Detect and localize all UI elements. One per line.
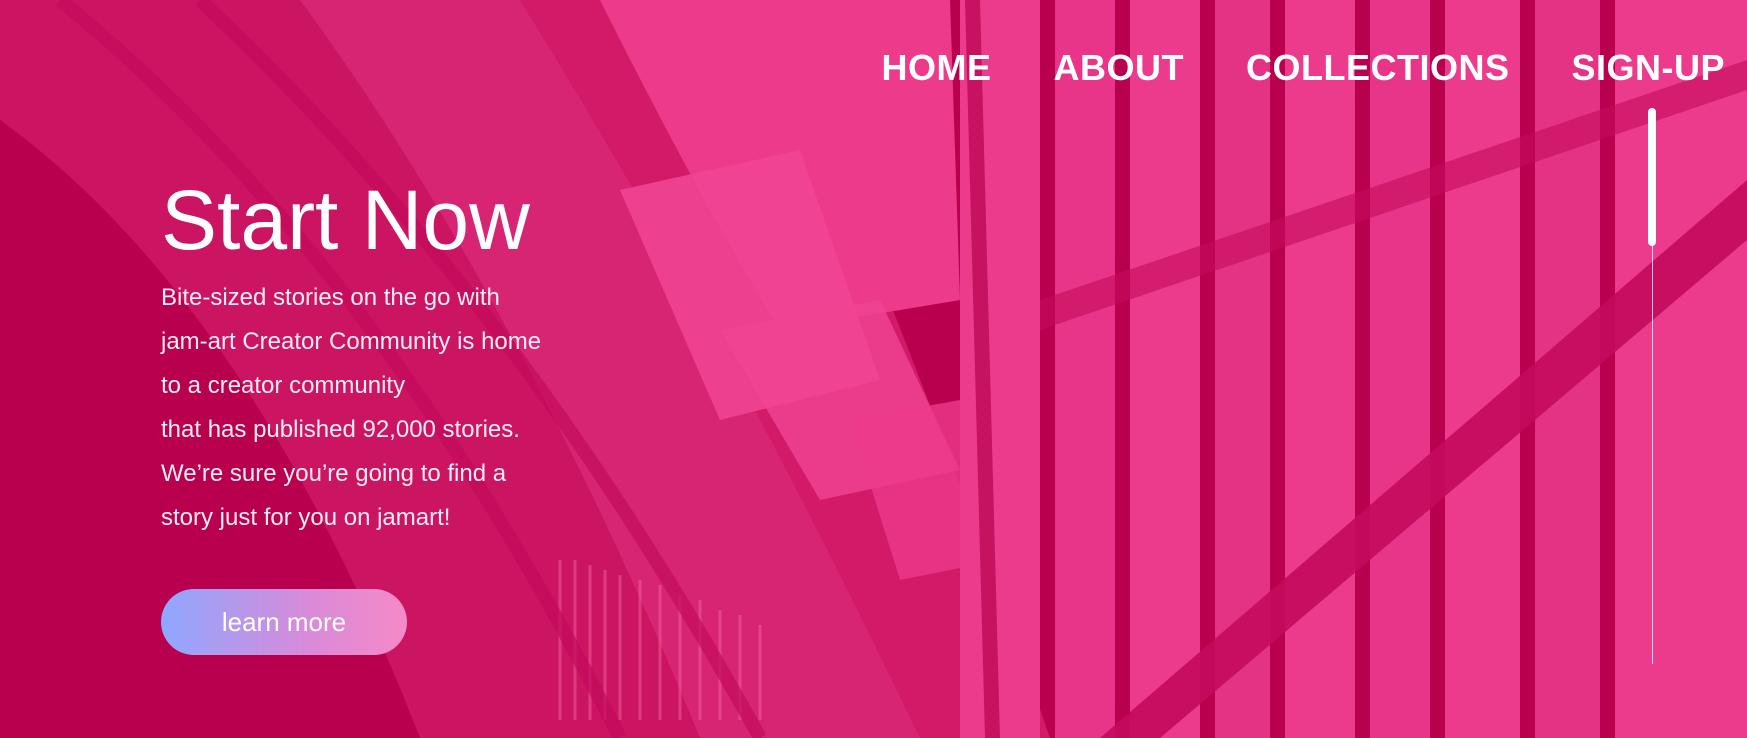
hero-description: Bite-sized stories on the go with jam-ar… — [161, 276, 681, 540]
nav-about-link[interactable]: ABOUT — [1053, 50, 1184, 86]
description-line: story just for you on jamart! — [161, 504, 451, 531]
description-line: We’re sure you’re going to find a — [161, 460, 507, 487]
nav-home-link[interactable]: HOME — [881, 50, 991, 86]
hero-title: Start Now — [161, 173, 530, 267]
learn-more-button[interactable]: learn more — [161, 589, 407, 655]
scroll-thumb[interactable] — [1648, 108, 1656, 246]
description-line: to a creator community — [161, 372, 406, 399]
hero-section: HOME ABOUT COLLECTIONS SIGN-UP Start Now… — [0, 0, 1747, 738]
description-line: Bite-sized stories on the go with — [161, 284, 500, 311]
nav-collections-link[interactable]: COLLECTIONS — [1246, 50, 1510, 86]
description-line: jam-art Creator Community is home — [161, 328, 542, 355]
nav-signup-link[interactable]: SIGN-UP — [1571, 50, 1725, 86]
main-nav: HOME ABOUT COLLECTIONS SIGN-UP — [881, 50, 1725, 86]
hero-content: Start Now Bite-sized stories on the go w… — [161, 178, 681, 540]
description-line: that has published 92,000 stories. — [161, 416, 520, 443]
